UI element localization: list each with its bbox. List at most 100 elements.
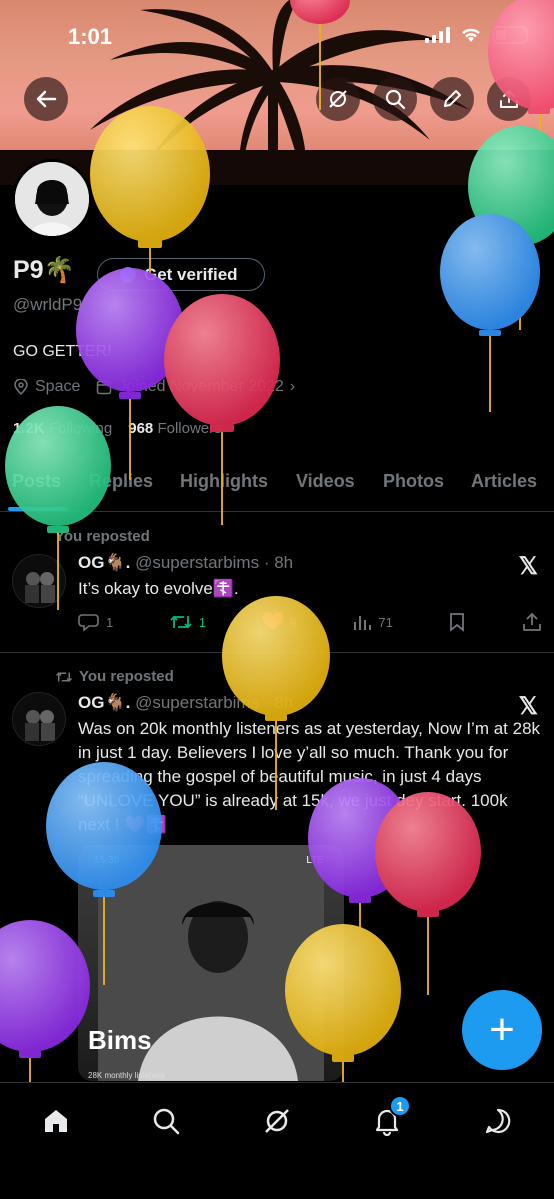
calendar-icon — [97, 380, 112, 395]
media-time: 15:30 — [88, 853, 126, 868]
profile-avatar[interactable] — [12, 159, 92, 239]
grok-button[interactable] — [316, 77, 360, 121]
post-media-image[interactable]: 15:30 LTE Bims 28K monthly listeners — [78, 845, 344, 1081]
post-divider — [0, 652, 554, 653]
home-icon — [45, 1110, 67, 1132]
grok-icon — [329, 90, 347, 108]
post-header: OG🐐. @superstarbims · 8h — [78, 693, 293, 713]
profile-bio: GO GETTER! — [13, 343, 112, 360]
tab-videos[interactable]: Videos — [296, 471, 355, 492]
repost-count: 1 — [198, 614, 207, 630]
active-tab-indicator — [8, 507, 68, 511]
compose-post-button[interactable]: + — [462, 990, 542, 1070]
status-icons — [425, 26, 528, 44]
repost-button[interactable]: 1 — [169, 612, 206, 632]
tab-replies[interactable]: Replies — [89, 471, 153, 492]
status-bar: 1:01 — [0, 0, 554, 72]
repost-icon — [170, 615, 192, 629]
status-time: 1:01 — [68, 24, 113, 49]
follow-stats: 1.2K Following 968 Followers — [13, 420, 222, 437]
get-verified-label: Get verified — [144, 264, 238, 284]
location-item: Space — [13, 378, 80, 396]
profile-tabs: Posts Replies Highlights Videos Photos A… — [0, 462, 554, 512]
nav-messages[interactable] — [478, 1101, 518, 1141]
grok-icon — [265, 1109, 289, 1133]
post-time: · 8h — [263, 553, 294, 572]
profile-name: P9🌴 — [13, 256, 75, 285]
share-post-button[interactable] — [522, 612, 542, 632]
repost-label: You reposted — [55, 528, 150, 545]
tab-photos[interactable]: Photos — [383, 471, 444, 492]
post-author[interactable]: OG🐐. — [78, 553, 130, 572]
location-text: Space — [35, 378, 81, 395]
repost-indicator: You reposted — [55, 528, 150, 545]
back-button[interactable] — [24, 77, 68, 121]
post-avatar[interactable] — [12, 554, 66, 608]
post-actions: 1 1 9 71 — [78, 612, 542, 632]
following-label: Following — [48, 420, 113, 437]
search-button[interactable] — [373, 77, 417, 121]
edit-pencil-icon — [444, 90, 461, 107]
followers-count: 968 — [128, 420, 154, 437]
share-icon — [500, 90, 518, 108]
followers-label: Followers — [157, 420, 222, 437]
message-icon — [485, 1108, 511, 1134]
tab-posts[interactable]: Posts — [12, 471, 61, 492]
verified-badge-icon — [120, 266, 136, 283]
bookmark-button[interactable] — [448, 612, 466, 632]
nav-notifications[interactable]: 1 — [367, 1095, 411, 1141]
like-button[interactable]: 9 — [262, 612, 297, 632]
media-listeners: 28K monthly listeners — [88, 1071, 165, 1080]
notification-badge: 1 — [389, 1095, 411, 1117]
nav-search[interactable] — [146, 1101, 186, 1141]
post-author[interactable]: OG🐐. — [78, 693, 130, 712]
joined-text: Joined November 2022 — [118, 378, 284, 395]
post-text: It’s okay to evolve☦️. — [78, 579, 239, 598]
post-handle[interactable]: @superstarbims — [135, 693, 259, 712]
post-avatar[interactable] — [12, 692, 66, 746]
views-chart-icon — [354, 616, 372, 630]
following-count: 1.2K — [13, 420, 45, 437]
search-icon — [385, 89, 406, 110]
media-network: LTE — [306, 855, 324, 866]
reply-count: 1 — [106, 614, 114, 630]
nav-home[interactable] — [36, 1101, 76, 1141]
bottom-nav: 1 — [0, 1082, 554, 1199]
share-profile-button[interactable] — [487, 77, 531, 121]
like-count: 9 — [289, 614, 297, 630]
post-text: Was on 20k monthly listeners as at yeste… — [78, 719, 541, 834]
profile-handle: @wrldP9 — [13, 295, 83, 314]
views-count: 71 — [378, 614, 393, 630]
repost-label: You reposted — [79, 668, 174, 685]
heart-icon — [262, 612, 283, 630]
repost-indicator: You reposted — [55, 668, 174, 685]
search-icon — [153, 1108, 180, 1135]
nav-grok[interactable] — [257, 1101, 297, 1141]
post-header: OG🐐. @superstarbims · 8h — [78, 553, 293, 573]
share-icon — [523, 612, 541, 631]
tab-highlights[interactable]: Highlights — [180, 471, 268, 492]
location-pin-icon — [14, 379, 28, 395]
views-button[interactable]: 71 — [352, 612, 393, 632]
profile-meta: Space Joined November 2022 › — [13, 378, 295, 396]
edit-button[interactable] — [430, 77, 474, 121]
followers-link[interactable]: 968 Followers — [128, 420, 221, 437]
balloon — [0, 920, 90, 1082]
avatar-image — [13, 693, 65, 745]
joined-item[interactable]: Joined November 2022 › — [96, 378, 295, 396]
battery-icon — [492, 26, 528, 44]
balloon — [440, 214, 540, 412]
post-handle[interactable]: @superstarbims — [135, 553, 259, 572]
following-link[interactable]: 1.2K Following — [13, 420, 112, 437]
get-verified-button[interactable]: Get verified — [97, 258, 265, 291]
reply-button[interactable]: 1 — [78, 612, 113, 632]
chevron-right-icon: › — [289, 378, 296, 395]
media-artist: Bims — [88, 1025, 152, 1055]
post-time: · 8h — [263, 693, 294, 712]
signal-icon — [425, 27, 450, 43]
tab-articles[interactable]: Articles — [471, 471, 537, 492]
back-arrow-icon — [36, 90, 57, 108]
balloon — [76, 268, 184, 480]
bookmark-icon — [450, 613, 465, 632]
avatar-image — [13, 555, 65, 607]
